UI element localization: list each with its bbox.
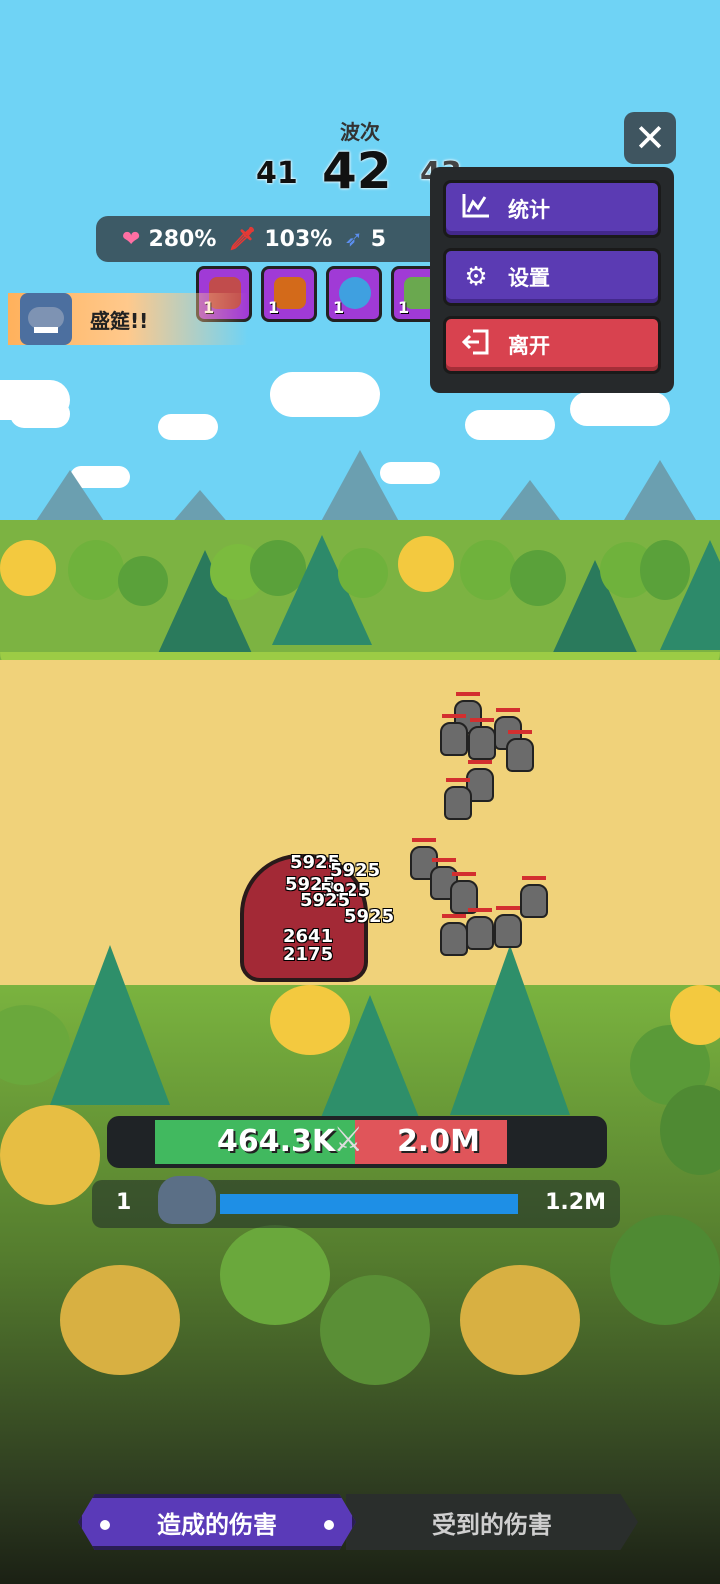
menu-item-settings[interactable]: ⚙ 设置	[443, 248, 661, 306]
damage-number: 5925	[330, 860, 381, 881]
stat-speed: ➶ 5	[344, 227, 386, 252]
gear-icon: ⚙	[464, 262, 488, 292]
menu-item-stats[interactable]: 统计	[443, 180, 661, 238]
stat-value: 5	[370, 226, 387, 252]
tab-dot-icon	[100, 1520, 110, 1530]
skill-level: 1	[398, 298, 410, 317]
banner-text: 盛筵!!	[90, 308, 149, 333]
damage-tabs: 受到的伤害 造成的伤害	[78, 1494, 638, 1550]
progress-right-value: 1.2M	[545, 1190, 606, 1215]
pause-menu: 统计 ⚙ 设置 离开	[430, 167, 674, 393]
damage-comparison-bar: 464.3K ⚔ 2.0M	[107, 1116, 607, 1168]
wave-label: 波次	[340, 120, 380, 144]
stats-bar: ❤ 280% 🗡 103% ➶ 5	[96, 216, 476, 262]
skill-level: 1	[333, 298, 345, 317]
tab-dot-icon	[324, 1520, 334, 1530]
game-screen: 5925 5925 5925 5925 5925 5925 2641 2175 …	[0, 0, 720, 1584]
exit-icon	[456, 328, 496, 363]
damage-number: 5925	[300, 890, 351, 911]
skill-card[interactable]: 1	[261, 266, 317, 322]
boss-progress-row: 1 1.2M	[92, 1176, 620, 1228]
shark-avatar	[20, 293, 72, 345]
sword-icon: 🗡	[228, 226, 257, 252]
damage-number: 2175	[283, 944, 334, 965]
stat-attack: 🗡 103%	[228, 227, 332, 252]
stat-value: 103%	[264, 226, 333, 252]
skill-level: 1	[268, 298, 280, 317]
heart-icon: ❤	[122, 226, 141, 252]
stat-health: ❤ 280%	[122, 227, 216, 252]
menu-item-leave[interactable]: 离开	[443, 316, 661, 374]
chart-icon	[456, 192, 496, 227]
damage-number: 5925	[344, 906, 395, 927]
arrow-icon: ➶	[344, 226, 363, 252]
close-icon: ✕	[634, 116, 666, 160]
menu-item-label: 统计	[508, 198, 550, 222]
stat-value: 280%	[148, 226, 217, 252]
tab-label: 受到的伤害	[432, 1510, 552, 1539]
skill-card[interactable]: 1	[326, 266, 382, 322]
menu-item-label: 设置	[508, 266, 550, 290]
tab-damage-taken[interactable]: 受到的伤害	[346, 1494, 638, 1550]
progress-left-value: 1	[116, 1190, 132, 1215]
boss-avatar	[158, 1176, 216, 1224]
wave-previous: 41	[256, 156, 298, 191]
menu-item-label: 离开	[508, 334, 550, 358]
close-button[interactable]: ✕	[624, 112, 676, 164]
wave-current: 42	[322, 142, 392, 200]
damage-taken-value: 2.0M	[397, 1124, 480, 1159]
progress-bar-fill	[220, 1194, 518, 1214]
damage-dealt-value: 464.3K	[217, 1124, 336, 1159]
crossed-swords-icon: ⚔	[333, 1120, 364, 1160]
event-banner: 盛筵!!	[8, 293, 248, 345]
tab-label: 造成的伤害	[157, 1510, 277, 1539]
tab-damage-dealt[interactable]: 造成的伤害	[78, 1494, 356, 1550]
